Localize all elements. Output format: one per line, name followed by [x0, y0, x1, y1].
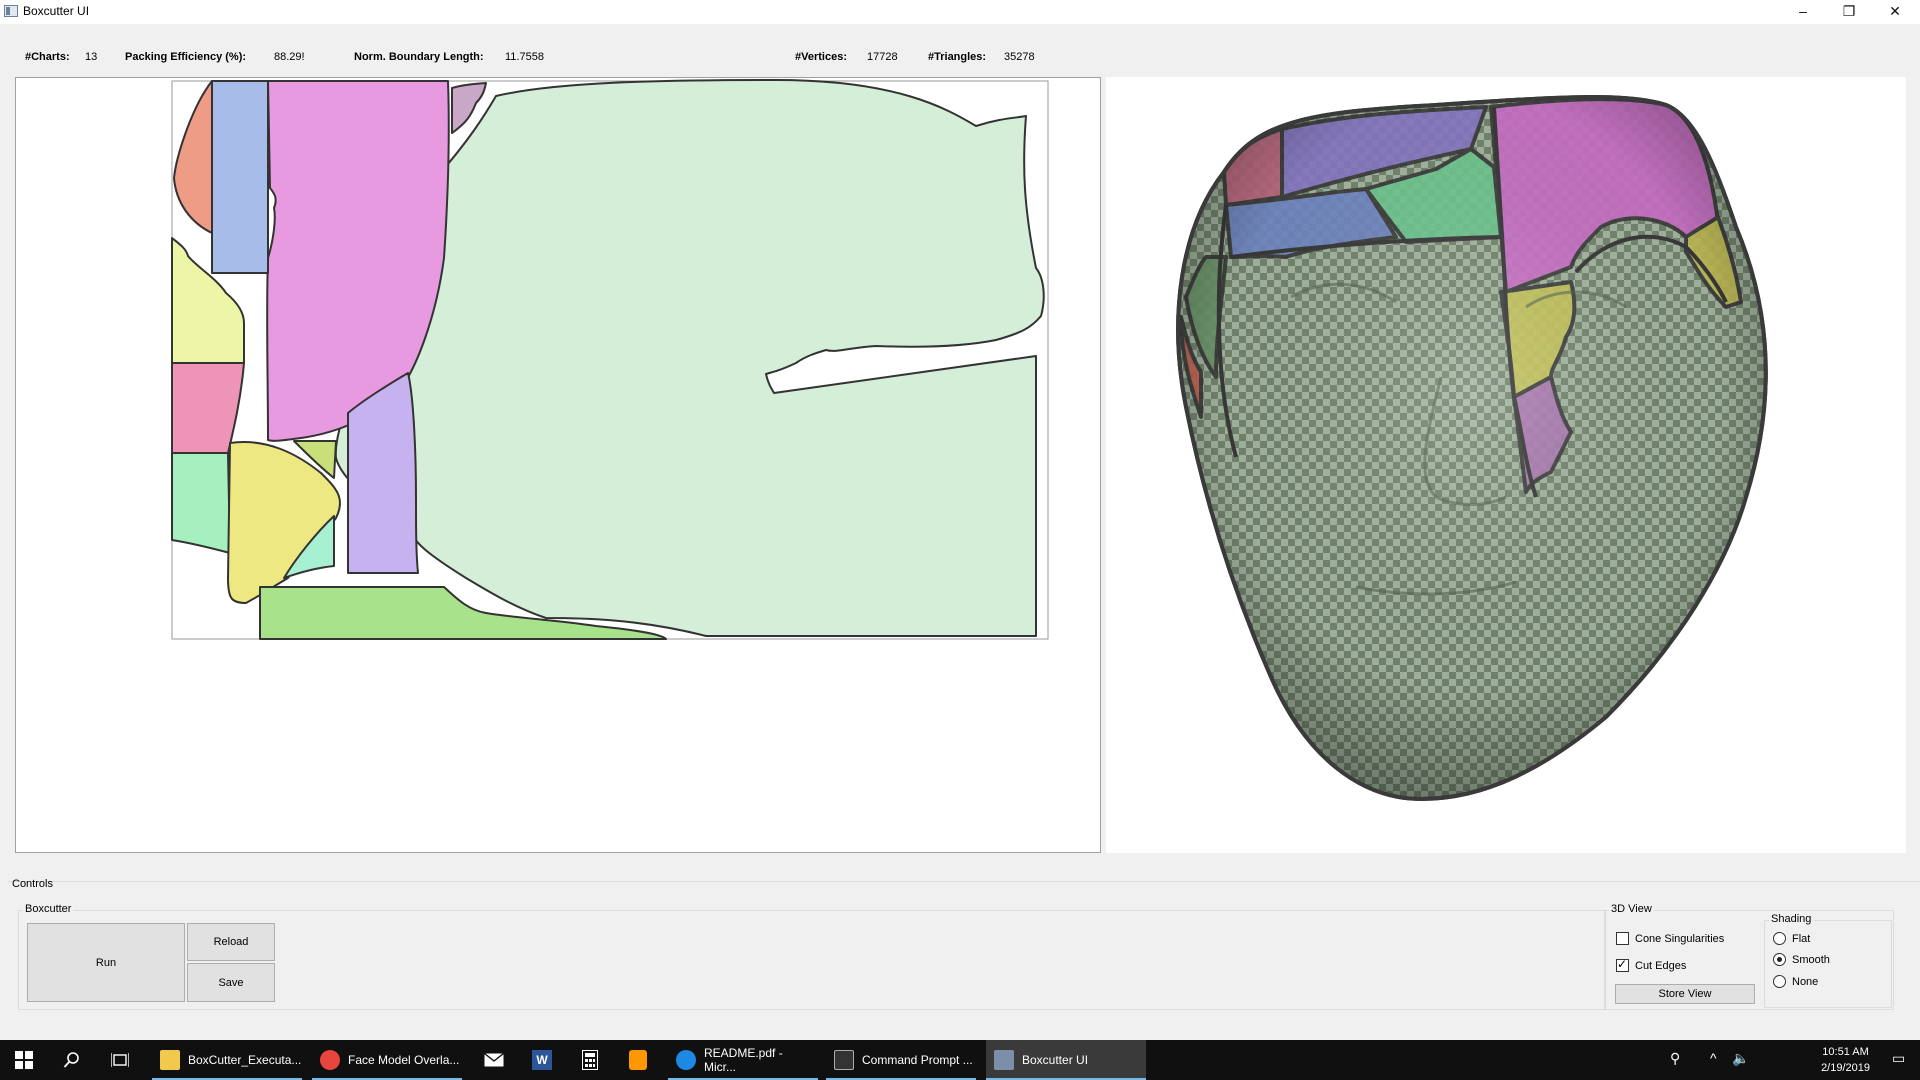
clock-date: 2/19/2019 [1821, 1062, 1870, 1074]
taskbar: BoxCutter_Executa... Face Model Overla..… [0, 1040, 1920, 1080]
shading-none-label: None [1792, 975, 1819, 988]
volume-icon[interactable]: 🔈 [1732, 1050, 1749, 1067]
save-button[interactable]: Save [187, 963, 275, 1002]
shading-smooth-dot[interactable] [1773, 953, 1786, 966]
shading-smooth-label: Smooth [1792, 953, 1830, 966]
shading-flat-label: Flat [1792, 932, 1811, 945]
taskbar-app-cmd[interactable]: Command Prompt ... [826, 1040, 976, 1080]
uv-layout-view[interactable] [15, 77, 1101, 853]
uv-chart-blue [211, 80, 269, 274]
cone-singularities-label: Cone Singularities [1635, 932, 1725, 945]
windows-icon [15, 1051, 33, 1069]
edge-icon [676, 1050, 696, 1070]
boundary-label: Norm. Boundary Length: [354, 51, 484, 63]
cone-singularities-checkbox[interactable]: Cone Singularities [1616, 932, 1724, 945]
clock[interactable]: 10:51 AM 2/19/2019 [1821, 1044, 1870, 1076]
taskbar-app-label: README.pdf - Micr... [704, 1046, 783, 1074]
boxcutter-group-title: Boxcutter [23, 903, 74, 915]
start-button[interactable] [0, 1040, 48, 1080]
packing-value: 88.29! [274, 51, 305, 63]
chevron-up-icon[interactable]: ^ [1710, 1050, 1717, 1066]
controls-title: Controls [12, 878, 53, 890]
cut-edges-box[interactable] [1616, 957, 1629, 972]
mail-icon [484, 1053, 504, 1067]
run-button[interactable]: Run [27, 923, 185, 1002]
people-icon[interactable]: ⚲ [1670, 1050, 1680, 1067]
uv-chart-mint [171, 452, 231, 554]
cut-edges-label: Cut Edges [1635, 959, 1687, 972]
app-icon [4, 5, 18, 17]
triangles-value: 35278 [1004, 51, 1035, 63]
search-button[interactable] [48, 1040, 96, 1080]
taskbar-app-label: Face Model Overla... [348, 1053, 460, 1067]
shading-flat-radio[interactable]: Flat [1773, 932, 1810, 945]
folder-icon [160, 1050, 180, 1070]
taskbar-app-label: Boxcutter UI [1022, 1053, 1089, 1067]
task-view-button[interactable] [96, 1040, 144, 1080]
shading-group-title: Shading [1769, 913, 1814, 925]
charts-value: 13 [85, 51, 98, 63]
command-prompt-icon [834, 1050, 854, 1070]
3d-view-group-title: 3D View [1609, 903, 1654, 915]
calculator-button[interactable] [566, 1040, 614, 1080]
stats-bar: #Charts: 13 Packing Efficiency (%): 88.2… [0, 48, 1920, 68]
cone-singularities-box[interactable] [1616, 932, 1629, 945]
mail-button[interactable] [470, 1040, 518, 1080]
clock-time: 10:51 AM [1822, 1046, 1869, 1058]
shading-none-radio[interactable]: None [1773, 975, 1818, 988]
word-icon: W [532, 1050, 552, 1070]
taskbar-app-edge[interactable]: README.pdf - Micr... [668, 1040, 818, 1080]
word-button[interactable]: W [518, 1040, 566, 1080]
3d-model-canvas [1176, 95, 1768, 802]
packing-label: Packing Efficiency (%): [125, 51, 247, 63]
taskbar-app-label: Command Prompt ... [862, 1053, 973, 1067]
taskbar-app-label: BoxCutter_Executa... [188, 1053, 302, 1067]
vertices-label: #Vertices: [795, 51, 847, 63]
search-icon [63, 1052, 79, 1068]
face-shading [1176, 95, 1768, 802]
system-tray: ⚲ ^ 🔈 10:51 AM 2/19/2019 ▭ [1660, 1040, 1920, 1080]
cut-edges-checkbox[interactable]: Cut Edges [1616, 957, 1687, 972]
chrome-icon [320, 1050, 340, 1070]
shading-none-dot[interactable] [1773, 975, 1786, 988]
calculator-icon [582, 1050, 598, 1070]
taskbar-app-chrome[interactable]: Face Model Overla... [312, 1040, 462, 1080]
restore-button[interactable]: ❐ [1826, 0, 1872, 24]
boxcutter-app-icon [994, 1050, 1014, 1070]
taskbar-app-explorer[interactable]: BoxCutter_Executa... [152, 1040, 302, 1080]
store-view-button[interactable]: Store View [1615, 984, 1755, 1004]
shading-flat-dot[interactable] [1773, 932, 1786, 945]
shading-smooth-radio[interactable]: Smooth [1773, 953, 1830, 966]
task-view-icon [111, 1053, 129, 1067]
minimize-button[interactable]: – [1780, 0, 1826, 24]
triangles-label: #Triangles: [928, 51, 987, 63]
reload-button[interactable]: Reload [187, 923, 275, 961]
window-title: Boxcutter UI [23, 4, 90, 18]
sublime-button[interactable] [614, 1040, 662, 1080]
notification-icon[interactable]: ▭ [1892, 1050, 1905, 1067]
boundary-value: 11.7558 [505, 51, 544, 63]
sublime-icon [629, 1050, 647, 1070]
3d-model-view[interactable] [1106, 77, 1906, 853]
close-button[interactable]: ✕ [1872, 0, 1918, 24]
vertices-value: 17728 [867, 51, 898, 63]
charts-label: #Charts: [25, 51, 70, 63]
title-bar: Boxcutter UI – ❐ ✕ [0, 0, 1920, 24]
controls-panel: Controls Boxcutter Run Reload Save 3D Vi… [8, 878, 1920, 1016]
taskbar-app-boxcutter[interactable]: Boxcutter UI [986, 1040, 1146, 1080]
uv-layout-canvas [171, 79, 1049, 640]
